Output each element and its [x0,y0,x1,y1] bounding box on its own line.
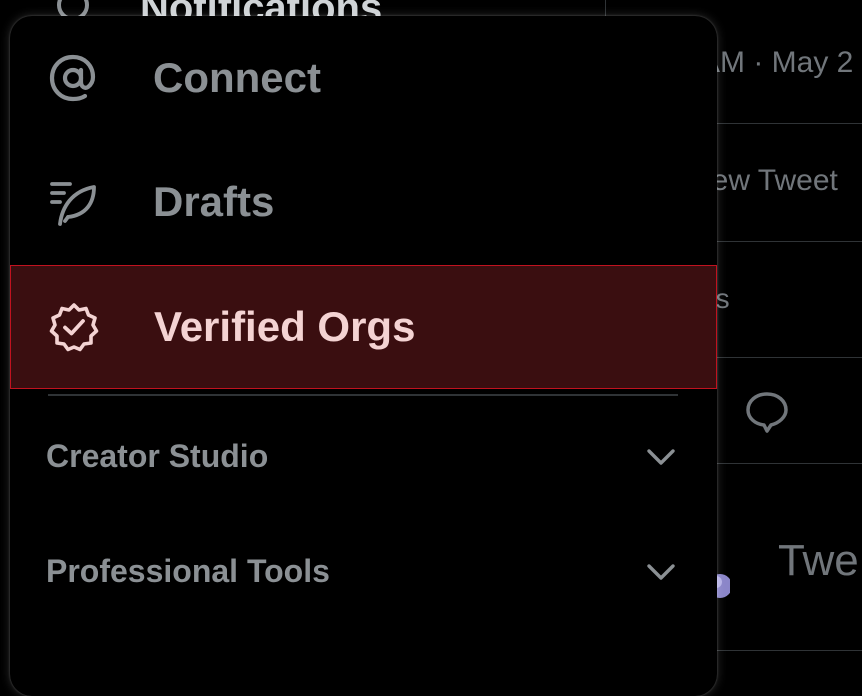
menu-item-connect[interactable]: Connect [10,16,717,140]
reply-icon[interactable] [744,389,790,440]
section-professional-tools[interactable]: Professional Tools [10,531,717,611]
feather-quill-icon [48,177,98,227]
view-tweet-analytics-link[interactable]: iew Tweet [705,164,838,198]
section-label: Professional Tools [46,553,330,589]
menu-item-label: Connect [153,54,321,101]
menu-item-label: Drafts [153,178,275,225]
menu-item-label: Verified Orgs [154,303,416,350]
menu-item-drafts[interactable]: Drafts [10,140,717,264]
more-menu-popup: Connect Drafts Verified Orgs Creator Stu… [10,16,717,696]
chevron-down-icon [646,557,676,592]
section-label: Creator Studio [46,438,269,474]
at-sign-icon [48,53,98,103]
tweet-timestamp: AM · May 2 [700,46,854,79]
section-creator-studio[interactable]: Creator Studio [10,416,717,496]
verified-badge-icon [49,302,99,352]
menu-item-verified-orgs[interactable]: Verified Orgs [10,265,717,389]
chevron-down-icon [646,442,676,477]
menu-divider [48,394,678,396]
tweet-button-label[interactable]: Twe [778,536,859,586]
